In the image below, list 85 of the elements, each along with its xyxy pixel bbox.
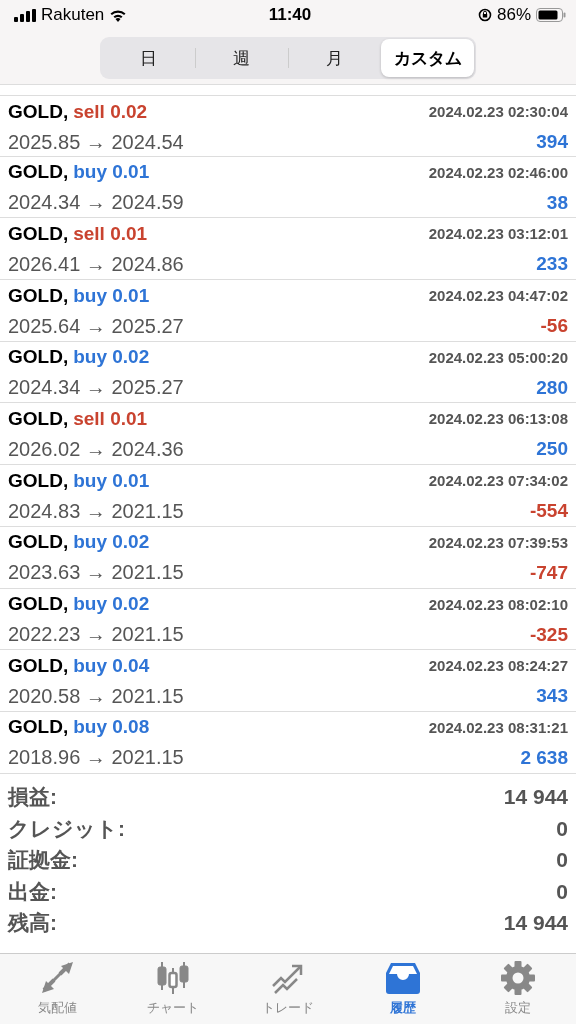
- symbol-name: GOLD,: [8, 593, 69, 615]
- symbol-name: GOLD,: [8, 407, 69, 430]
- symbol-name: GOLD,: [8, 346, 69, 369]
- summary-label: 残高:: [8, 910, 57, 937]
- inbox-tray-icon: [385, 960, 422, 996]
- deal-volume: buy 0.08: [73, 716, 150, 739]
- symbol-name: GOLD,: [8, 161, 69, 184]
- deal-time: 2024.02.23 05:00:20: [428, 348, 568, 366]
- deal-volume: buy 0.01: [73, 469, 150, 492]
- period-tab[interactable]: 月: [288, 39, 381, 77]
- carrier-name: Rakuten: [41, 5, 105, 25]
- deal-profit: 2 638: [519, 746, 568, 769]
- symbol-name: GOLD,: [8, 654, 69, 677]
- signal-icon: [14, 8, 36, 22]
- battery-percent: 86%: [496, 5, 531, 25]
- deal-volume: sell 0.01: [73, 407, 148, 430]
- tab-bar-item[interactable]: 履歴: [345, 954, 461, 1024]
- deal-profit: 38: [545, 191, 568, 214]
- summary-label: 証拠金:: [8, 847, 78, 874]
- deal-profit: 233: [535, 253, 568, 276]
- period-tab[interactable]: 週: [195, 39, 288, 77]
- symbol-name: GOLD,: [8, 469, 69, 492]
- symbol-name: GOLD,: [8, 716, 69, 739]
- deal-prices: 2022.23 → 2021.15: [8, 623, 185, 646]
- period-tab[interactable]: 日: [102, 39, 195, 77]
- battery-icon: [536, 8, 566, 22]
- summary-value: 14 944: [503, 911, 568, 936]
- rotation-lock-icon: [477, 8, 492, 22]
- deal-volume: buy 0.01: [73, 284, 150, 307]
- deal-profit: -325: [528, 623, 568, 646]
- candlestick-icon: [154, 960, 191, 996]
- deal-profit: 394: [535, 131, 568, 153]
- deal-volume: buy 0.02: [73, 346, 150, 369]
- deal-prices: 2024.34 → 2025.27: [8, 376, 185, 400]
- deal-time: 2024.02.23 08:31:21: [428, 718, 568, 736]
- deal-profit: 343: [535, 685, 568, 708]
- deal-time: 2024.02.23 08:02:10: [428, 595, 568, 613]
- clock-time: 11:40: [267, 5, 313, 25]
- deal-time: 2024.02.23 03:12:01: [428, 225, 568, 243]
- deal-time: 2024.02.23 04:47:02: [428, 287, 568, 305]
- deal-time: 2024.02.23 02:46:00: [428, 163, 568, 181]
- symbol-name: GOLD,: [8, 284, 69, 307]
- deal-volume: sell 0.01: [73, 222, 148, 245]
- summary-label: 出金:: [8, 878, 57, 905]
- deal-prices: 2026.41 → 2024.86: [8, 252, 185, 276]
- symbol-name: GOLD,: [8, 100, 69, 123]
- deal-profit: -747: [528, 561, 568, 584]
- deal-time: 2024.02.23 07:34:02: [428, 472, 568, 490]
- tab-bar-item[interactable]: チャート: [115, 954, 231, 1024]
- summary-value: 0: [556, 879, 568, 904]
- arrows-icon: [39, 960, 76, 996]
- deal-volume: buy 0.01: [73, 161, 150, 184]
- deal-profit: -56: [539, 315, 568, 338]
- deal-prices: 2026.02 → 2024.36: [8, 437, 185, 461]
- tab-bar-item[interactable]: トレード: [230, 954, 346, 1024]
- deal-prices: 2024.34 → 2024.59: [8, 191, 185, 215]
- settings-icon: [500, 960, 537, 996]
- tab-bar-item[interactable]: 設定: [460, 954, 576, 1024]
- summary-value: 0: [556, 816, 568, 841]
- symbol-name: GOLD,: [8, 531, 69, 554]
- deal-time: 2024.02.23 08:24:27: [428, 657, 568, 675]
- summary-value: 14 944: [503, 785, 568, 810]
- deal-volume: buy 0.04: [73, 654, 150, 677]
- deal-prices: 2018.96 → 2021.15: [8, 746, 185, 770]
- wifi-icon: [109, 8, 128, 22]
- summary-label: クレジット:: [8, 815, 125, 842]
- symbol-name: GOLD,: [8, 222, 69, 245]
- deal-prices: 2024.83 → 2021.15: [8, 499, 185, 523]
- deal-profit: 250: [535, 438, 568, 461]
- deal-prices: 2020.58 → 2021.15: [8, 684, 185, 708]
- deal-prices: 2023.63 → 2021.15: [8, 561, 185, 585]
- deal-prices: 2025.85 → 2024.54: [8, 130, 185, 154]
- deal-volume: buy 0.02: [73, 593, 150, 615]
- deal-volume: sell 0.02: [73, 100, 148, 123]
- deal-time: 2024.02.23 06:13:08: [428, 410, 568, 428]
- deal-profit: -554: [528, 500, 568, 523]
- deal-volume: buy 0.02: [73, 531, 150, 554]
- period-tab[interactable]: カスタム: [381, 39, 474, 77]
- summary-value: 0: [556, 848, 568, 873]
- deal-time: 2024.02.23 02:30:04: [428, 103, 568, 120]
- deal-profit: 280: [535, 376, 568, 399]
- summary-label: 損益:: [8, 784, 57, 811]
- tab-bar-item[interactable]: 気配値: [0, 954, 116, 1024]
- deal-time: 2024.02.23 07:39:53: [428, 533, 568, 551]
- deal-prices: 2025.64 → 2025.27: [8, 314, 185, 338]
